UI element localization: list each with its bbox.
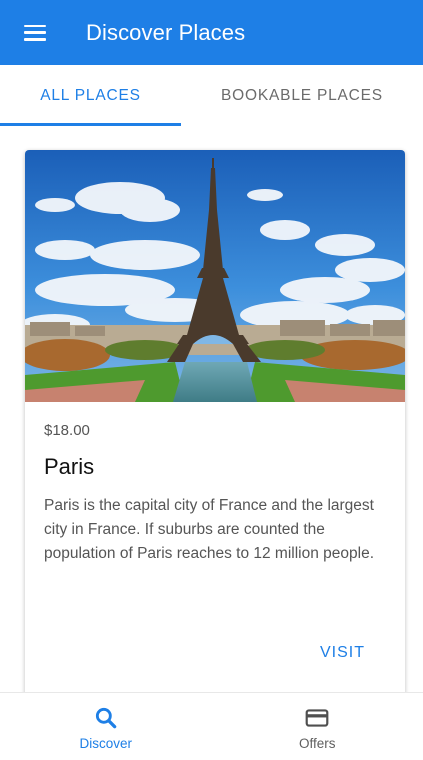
tab-discover[interactable]: Discover	[0, 693, 212, 760]
search-icon	[95, 707, 117, 728]
toolbar: Discover Places	[0, 0, 423, 65]
tab-offers-label: Offers	[298, 735, 336, 751]
content-area: $18.00 Paris Paris is the capital city o…	[0, 126, 423, 692]
place-image	[25, 150, 405, 402]
card-content: $18.00 Paris Paris is the capital city o…	[25, 402, 405, 566]
place-card[interactable]: $18.00 Paris Paris is the capital city o…	[25, 150, 405, 692]
menu-icon	[24, 24, 46, 41]
visit-button[interactable]: VISIT	[320, 644, 365, 662]
tab-offers[interactable]: Offers	[212, 693, 423, 760]
segment-tabs: ALL PLACES BOOKABLE PLACES	[0, 65, 423, 126]
place-description: Paris is the capital city of France and …	[44, 497, 375, 562]
place-title: Paris	[44, 454, 95, 479]
tab-all-places[interactable]: ALL PLACES	[0, 65, 181, 126]
tab-discover-label: Discover	[79, 735, 132, 751]
card-icon	[305, 708, 329, 727]
menu-button[interactable]	[0, 0, 70, 65]
bottom-tab-bar: Discover Offers	[0, 692, 423, 760]
page-title: Discover Places	[86, 19, 246, 45]
place-price: $18.00	[44, 422, 90, 439]
app-screen: Discover Places ALL PLACES BOOKABLE PLAC…	[0, 0, 423, 760]
tab-bookable-places[interactable]: BOOKABLE PLACES	[181, 65, 423, 126]
